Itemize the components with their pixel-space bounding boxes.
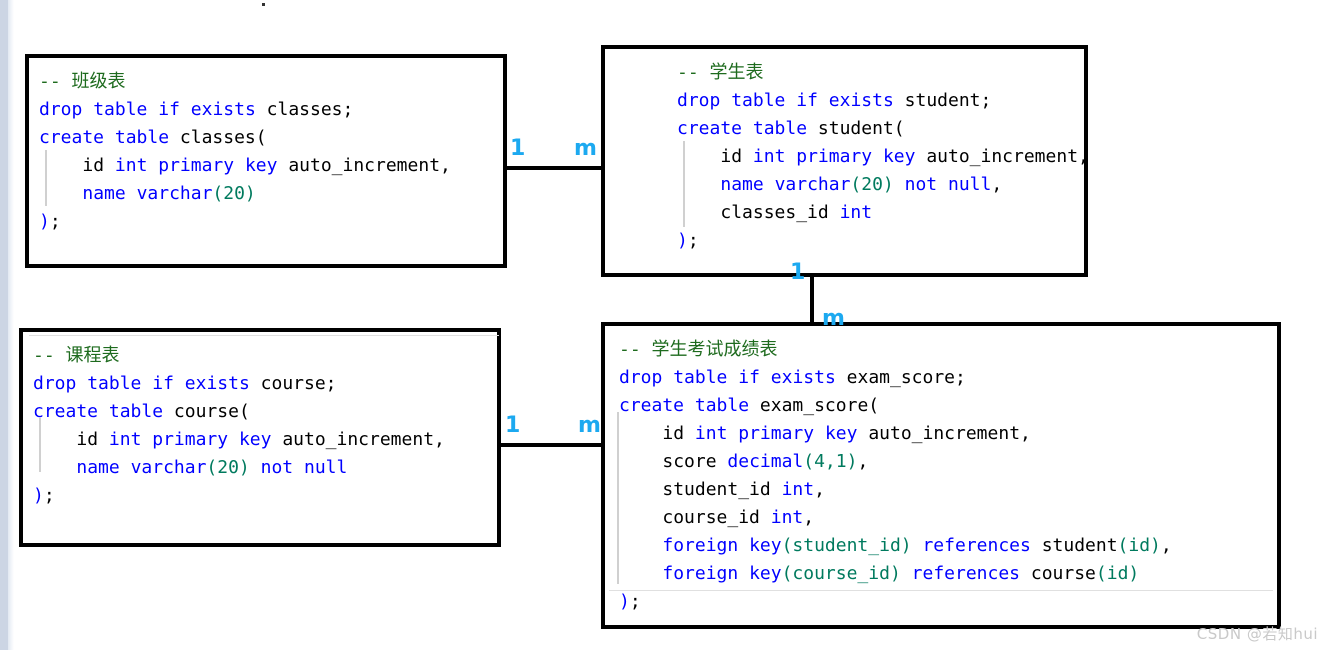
watermark: CSDN @若知hui bbox=[1196, 625, 1318, 643]
connector-course-examscore bbox=[497, 443, 605, 447]
code-text-classes: -- 班级表 drop table if exists classes; cre… bbox=[39, 71, 451, 232]
capture-artifact-dot bbox=[262, 3, 265, 6]
code-text-course: -- 课程表 drop table if exists course; crea… bbox=[33, 345, 445, 506]
cardinality-classes-student-many: m bbox=[574, 136, 597, 161]
code-block-classes[interactable]: -- 班级表 drop table if exists classes; cre… bbox=[25, 54, 507, 268]
indent-guide-student bbox=[683, 141, 685, 227]
code-block-course[interactable]: -- 课程表 drop table if exists course; crea… bbox=[19, 328, 501, 547]
code-block-student[interactable]: -- 学生表 drop table if exists student; cre… bbox=[601, 45, 1089, 277]
cardinality-classes-student-one: 1 bbox=[510, 136, 526, 161]
cardinality-course-examscore-many: m bbox=[578, 413, 601, 438]
connector-classes-student bbox=[503, 166, 607, 170]
editor-rule-exam-score bbox=[609, 590, 1273, 591]
indent-guide-exam-score bbox=[617, 412, 619, 584]
editor-rule-course bbox=[29, 335, 499, 336]
diagram-canvas: 1 m 1 m 1 m -- 班级表 drop table if exists … bbox=[0, 0, 1332, 650]
cardinality-course-examscore-one: 1 bbox=[505, 413, 521, 438]
cardinality-student-examscore-many: m bbox=[822, 306, 845, 331]
indent-guide-course bbox=[39, 418, 41, 472]
cardinality-student-examscore-one: 1 bbox=[790, 260, 806, 285]
code-text-exam-score: -- 学生考试成绩表 drop table if exists exam_sco… bbox=[619, 339, 1172, 612]
code-block-exam-score[interactable]: -- 学生考试成绩表 drop table if exists exam_sco… bbox=[601, 322, 1281, 629]
connector-student-examscore bbox=[810, 274, 814, 326]
indent-guide-classes bbox=[45, 150, 47, 206]
